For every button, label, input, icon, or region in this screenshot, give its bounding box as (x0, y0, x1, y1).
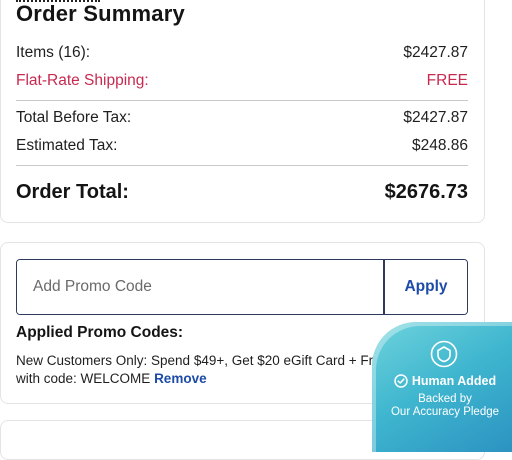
tax-label: Estimated Tax: (16, 137, 118, 154)
before-tax-value: $2427.87 (403, 109, 468, 126)
order-total-label: Order Total: (16, 181, 129, 203)
accuracy-pledge-badge[interactable]: Human Added Backed by Our Accuracy Pledg… (372, 322, 512, 452)
shipping-row: Flat-Rate Shipping: FREE (16, 72, 468, 90)
before-tax-label: Total Before Tax: (16, 109, 132, 126)
badge-headline: Human Added (372, 374, 512, 388)
order-total-row: Order Total: $2676.73 (16, 181, 468, 204)
divider (16, 100, 468, 101)
badge-line1: Human Added (411, 374, 497, 388)
check-circle-icon (394, 374, 408, 388)
shipping-value: FREE (426, 72, 468, 89)
order-summary-title: Order Summary (16, 1, 185, 26)
tax-value: $248.86 (411, 137, 468, 154)
shield-icon (430, 340, 458, 368)
items-label: Items (16): (16, 44, 91, 61)
badge-line2: Backed by (418, 393, 472, 405)
items-row: Items (16): $2427.87 (16, 44, 468, 62)
badge-subtext: Backed by Our Accuracy Pledge (372, 393, 512, 419)
promo-code-input[interactable] (17, 260, 383, 314)
items-value: $2427.87 (403, 44, 468, 61)
divider (16, 165, 468, 166)
order-total-value: $2676.73 (384, 181, 468, 203)
shipping-label: Flat-Rate Shipping: (16, 72, 149, 89)
badge-line3: Our Accuracy Pledge (390, 406, 500, 418)
applied-promo-title: Applied Promo Codes: (16, 324, 184, 341)
promo-code-form: Apply (16, 259, 468, 315)
tax-row: Estimated Tax: $248.86 (16, 137, 468, 155)
before-tax-row: Total Before Tax: $2427.87 (16, 109, 468, 127)
remove-promo-link[interactable]: Remove (154, 371, 207, 386)
apply-button[interactable]: Apply (383, 260, 467, 314)
